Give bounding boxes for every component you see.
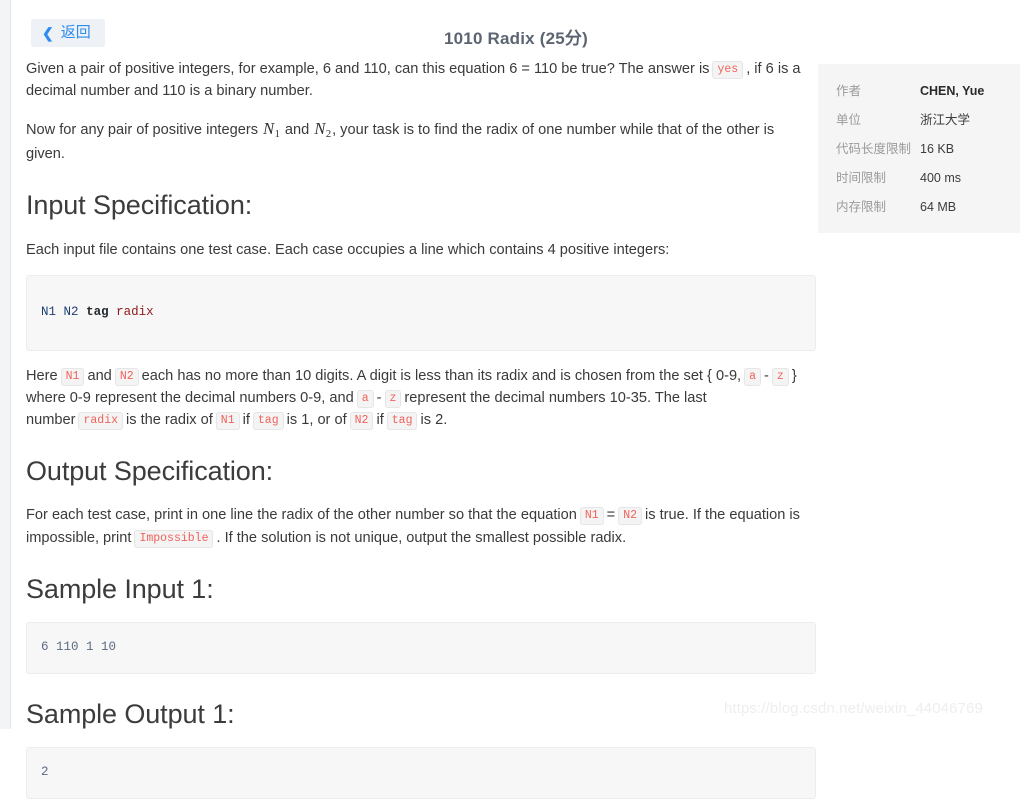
info-value: 浙江大学	[920, 113, 971, 127]
detail-text: each has no more than 10 digits. A digit…	[141, 367, 742, 384]
inline-code-n1-out: N1	[579, 507, 604, 526]
math-var-base: N	[263, 119, 275, 139]
intro-paragraph-2: Now for any pair of positive integers N1…	[26, 116, 816, 165]
intro2-text-1: Now for any pair of positive integers	[26, 122, 258, 139]
problem-info-panel: 作者 CHEN, Yue 单位 浙江大学 代码长度限制 16 KB 时间限制 4…	[818, 64, 1020, 233]
info-row-code-size-limit: 代码长度限制 16 KB	[818, 138, 1020, 157]
code-token-tag: tag	[86, 305, 109, 320]
heading-sample-output-1: Sample Output 1:	[26, 698, 235, 729]
heading-input-specification: Input Specification:	[26, 190, 253, 221]
output-spec-paragraph: For each test case, print in one line th…	[26, 504, 816, 548]
heading-output-specification: Output Specification:	[26, 456, 274, 487]
problem-page: ❮ 返回 1010 Radix (25分) 作者 CHEN, Yue 单位 浙江…	[12, 0, 1020, 799]
input-spec-detail-paragraph: Here N1 and N2 each has no more than 10 digi…	[26, 365, 816, 432]
sample-output-text: 2	[41, 765, 49, 780]
intro-text-1: Given a pair of positive integers, for e…	[26, 61, 710, 77]
inline-code-radix: radix	[78, 411, 123, 430]
inline-code-n2-out: N2	[618, 507, 642, 526]
info-value: 400 ms	[920, 171, 961, 185]
detail-text: For each test case, print in one line th…	[26, 507, 577, 524]
detail-text: is 2.	[420, 411, 448, 428]
equals-sign: =	[606, 507, 616, 524]
math-var-sub: 2	[325, 129, 332, 141]
inline-code-n1-b: N1	[215, 411, 240, 430]
info-label: 时间限制	[836, 171, 887, 185]
input-spec-paragraph: Each input file contains one test case. …	[26, 241, 670, 258]
page-title: 1010 Radix (25分)	[444, 29, 588, 48]
info-value: 16 KB	[920, 142, 955, 156]
intro2-text-mid: and	[284, 122, 310, 139]
detail-text: if	[242, 411, 250, 428]
math-var-sub: 1	[274, 129, 280, 141]
intro-paragraph: Given a pair of positive integers, for e…	[26, 58, 816, 102]
detail-text: -	[376, 389, 382, 406]
sample-input-code-block: 6 110 1 10	[26, 622, 816, 674]
problem-description: Given a pair of positive integers, for e…	[26, 58, 816, 799]
inline-code-tag-2: tag	[386, 411, 418, 430]
detail-text: and	[87, 367, 112, 384]
info-row-memory-limit: 内存限制 64 MB	[818, 196, 1020, 215]
inline-code-impossible: Impossible	[134, 529, 214, 548]
detail-text: is the radix of	[126, 411, 213, 428]
inline-code-a: a	[744, 367, 762, 386]
code-token-radix: radix	[116, 305, 154, 320]
sample-output-code-block: 2	[26, 747, 816, 799]
math-var-base: N	[314, 119, 326, 139]
info-value: CHEN, Yue	[920, 84, 985, 98]
detail-text: is 1, or of	[286, 411, 347, 428]
info-row-organization: 单位 浙江大学	[818, 109, 1020, 128]
code-token-n2: N2	[63, 305, 79, 320]
math-var-n2: N2	[313, 119, 332, 141]
page-header: ❮ 返回 1010 Radix (25分)	[12, 0, 1020, 58]
detail-text: . If the solution is not unique, output …	[216, 529, 627, 546]
detail-text: Here	[26, 367, 58, 384]
inline-code-n1: N1	[60, 367, 85, 386]
detail-text: -	[764, 367, 769, 384]
inline-code-z: z	[771, 367, 789, 386]
info-label: 作者	[836, 84, 862, 98]
code-token-n1: N1	[41, 305, 57, 320]
inline-code-n2: N2	[114, 367, 139, 386]
info-value: 64 MB	[920, 200, 957, 214]
inline-code-a-2: a	[356, 389, 374, 408]
detail-text: if	[376, 411, 384, 428]
info-label: 代码长度限制	[836, 142, 912, 156]
info-row-time-limit: 时间限制 400 ms	[818, 167, 1020, 186]
sample-input-text: 6 110 1 10	[41, 640, 117, 655]
inline-code-n2-b: N2	[349, 411, 374, 430]
inline-code-z-2: z	[384, 389, 402, 408]
heading-sample-input-1: Sample Input 1:	[26, 573, 214, 604]
inline-code-yes: yes	[712, 61, 744, 79]
input-format-code-block: N1 N2 tag radix	[26, 275, 816, 351]
info-row-author: 作者 CHEN, Yue	[818, 80, 1020, 99]
watermark: https://blog.csdn.net/weixin_44046769	[724, 700, 983, 717]
inline-code-tag: tag	[252, 411, 284, 430]
info-label: 单位	[836, 113, 862, 127]
left-gutter	[0, 0, 11, 729]
info-label: 内存限制	[836, 200, 887, 214]
math-var-n1: N1	[262, 119, 281, 141]
